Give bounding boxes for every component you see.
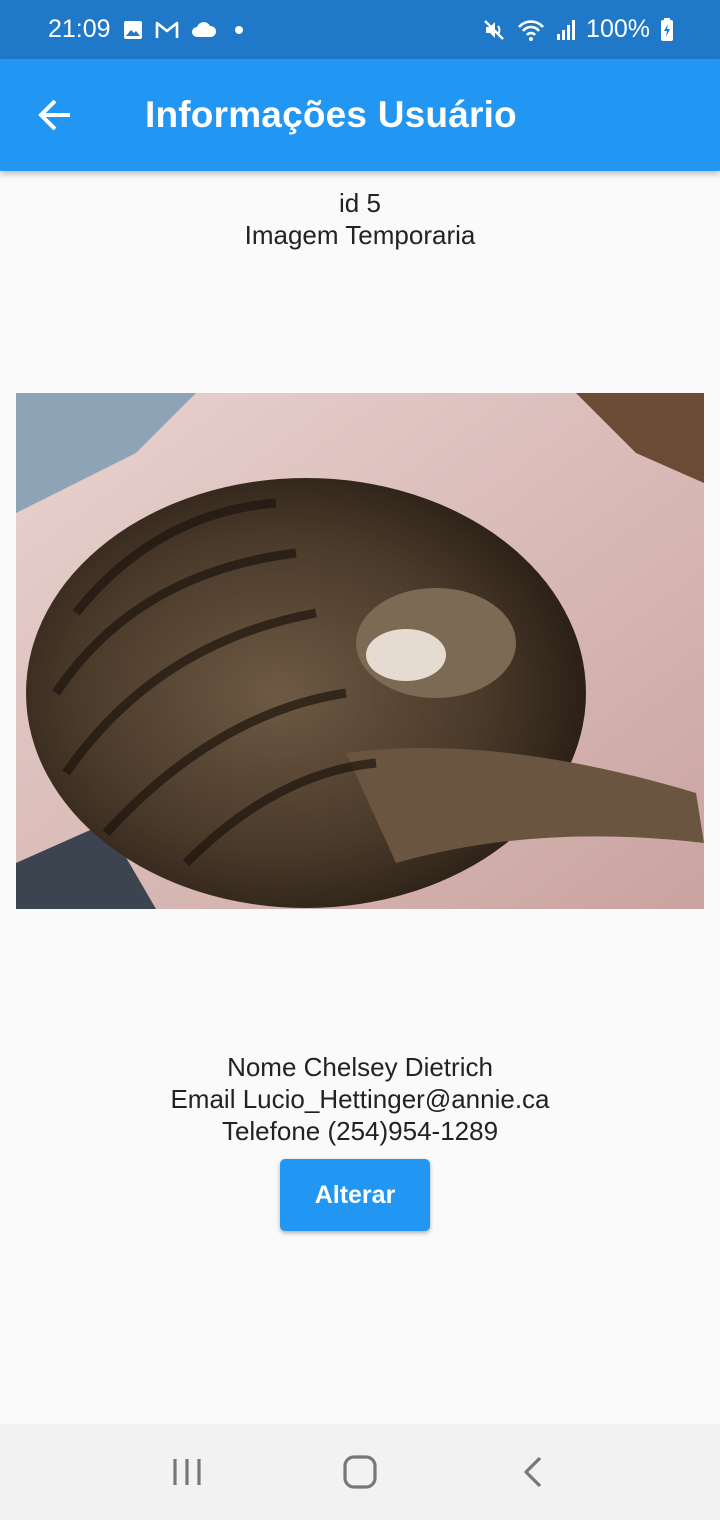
gmail-icon xyxy=(155,20,179,40)
user-phone: Telefone (254)954-1289 xyxy=(221,1116,499,1146)
status-time: 21:09 xyxy=(48,15,111,43)
recents-button[interactable] xyxy=(147,1432,227,1512)
home-button[interactable] xyxy=(320,1432,400,1512)
user-email: Email Lucio_Hettinger@annie.ca xyxy=(170,1084,550,1114)
cloud-icon xyxy=(191,21,217,39)
status-right: 100% xyxy=(482,15,674,44)
cat-photo-image xyxy=(16,393,704,909)
system-nav-bar xyxy=(0,1424,720,1520)
arrow-back-icon xyxy=(38,99,70,131)
system-back-button[interactable] xyxy=(493,1432,573,1512)
mute-icon xyxy=(482,18,506,42)
battery-charging-icon xyxy=(660,17,674,42)
alter-button[interactable]: Alterar xyxy=(280,1159,430,1231)
battery-percent: 100% xyxy=(586,15,650,43)
signal-icon xyxy=(556,19,576,41)
user-info: Nome Chelsey Dietrich Email Lucio_Hettin… xyxy=(0,1051,720,1147)
user-id: id 5 xyxy=(339,188,381,218)
dot-icon xyxy=(229,20,249,40)
user-name: Nome Chelsey Dietrich xyxy=(227,1052,493,1082)
page-title: Informações Usuário xyxy=(145,94,517,135)
back-icon xyxy=(524,1456,542,1488)
recents-icon xyxy=(173,1459,201,1485)
user-photo xyxy=(16,393,704,909)
status-left: 21:09 xyxy=(48,15,249,44)
image-icon xyxy=(123,20,143,40)
back-button[interactable] xyxy=(0,59,112,171)
image-caption: Imagem Temporaria xyxy=(244,220,476,250)
home-icon xyxy=(343,1455,377,1489)
app-bar: Informações Usuário xyxy=(0,59,720,171)
wifi-icon xyxy=(516,18,546,42)
status-bar: 21:09 100% xyxy=(0,0,720,59)
